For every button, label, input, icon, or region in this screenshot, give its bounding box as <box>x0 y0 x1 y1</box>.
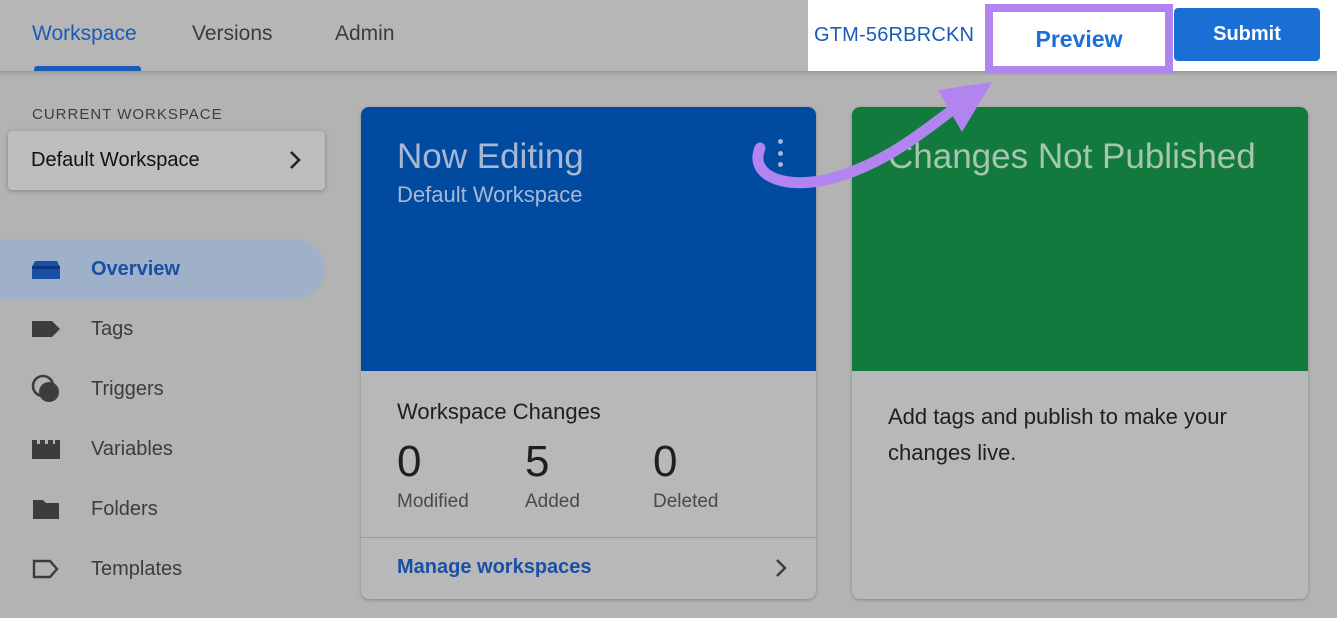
sidebar-item-label: Triggers <box>91 377 164 400</box>
sidebar-item-label: Overview <box>91 257 180 280</box>
submit-button[interactable]: Submit <box>1174 8 1320 61</box>
sidebar-item-label: Templates <box>91 557 183 580</box>
sidebar-item-label: Variables <box>91 437 173 460</box>
sidebar-item-folders[interactable]: Folders <box>0 479 325 539</box>
tag-icon <box>31 314 61 344</box>
sidebar-item-label: Tags <box>91 317 134 340</box>
card-title: Changes Not Published <box>888 137 1256 176</box>
manage-workspaces-link[interactable]: Manage workspaces <box>397 556 592 579</box>
sidebar-item-label: Folders <box>91 497 158 520</box>
sidebar-item-variables[interactable]: Variables <box>0 419 325 479</box>
now-editing-card: Now Editing Default Workspace Workspace … <box>361 107 816 599</box>
divider <box>361 537 816 538</box>
stat-label: Added <box>525 491 580 512</box>
chevron-right-icon <box>290 151 301 169</box>
sidebar-item-overview[interactable]: Overview <box>0 239 325 299</box>
stat-value: 0 <box>397 437 422 486</box>
changes-not-published-header: Changes Not Published <box>852 107 1308 371</box>
changes-not-published-card: Changes Not Published Add tags and publi… <box>852 107 1308 599</box>
overview-icon <box>31 254 61 284</box>
trigger-icon <box>31 374 61 404</box>
stat-value: 5 <box>525 437 550 486</box>
tab-workspace[interactable]: Workspace <box>32 22 137 46</box>
stat-modified: 0 Modified <box>397 437 469 513</box>
current-workspace-label: CURRENT WORKSPACE <box>32 106 223 123</box>
sidebar-item-tags[interactable]: Tags <box>0 299 325 359</box>
tab-admin[interactable]: Admin <box>335 22 395 46</box>
workspace-name: Default Workspace <box>31 149 200 171</box>
stat-added: 5 Added <box>525 437 580 513</box>
stat-deleted: 0 Deleted <box>653 437 719 513</box>
publish-description: Add tags and publish to make your change… <box>888 404 1227 465</box>
stat-value: 0 <box>653 437 678 486</box>
more-vert-icon[interactable] <box>770 139 790 167</box>
card-subtitle: Default Workspace <box>397 182 583 207</box>
stat-label: Modified <box>397 491 469 512</box>
template-icon <box>31 554 61 584</box>
folder-icon <box>31 494 61 524</box>
card-title: Now Editing <box>397 137 584 176</box>
variables-icon <box>31 434 61 464</box>
container-id[interactable]: GTM-56RBRCKN <box>814 24 974 47</box>
active-tab-indicator <box>34 66 141 71</box>
chevron-right-icon[interactable] <box>771 558 791 578</box>
tab-versions[interactable]: Versions <box>192 22 273 46</box>
now-editing-header: Now Editing Default Workspace <box>361 107 816 371</box>
preview-button[interactable]: Preview <box>985 4 1173 74</box>
sidebar-item-templates[interactable]: Templates <box>0 539 325 599</box>
stat-label: Deleted <box>653 491 719 512</box>
workspace-selector[interactable]: Default Workspace <box>8 131 325 190</box>
workspace-changes-title: Workspace Changes <box>397 399 601 424</box>
sidebar-item-triggers[interactable]: Triggers <box>0 359 325 419</box>
